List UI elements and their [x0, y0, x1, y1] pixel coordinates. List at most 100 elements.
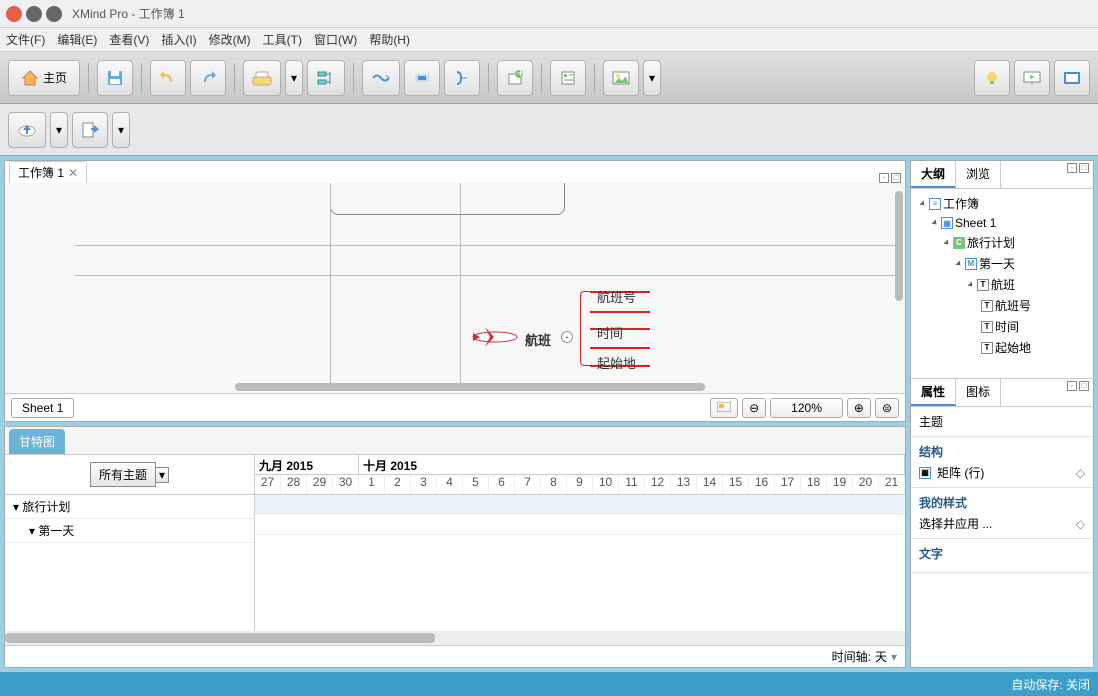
sheet-icon: ▦ — [941, 217, 953, 229]
gantt-chart-pane: 九月 2015 十月 2015 2728 2930 12 34 56 78 91… — [255, 455, 905, 631]
left-pane: 工作簿 1 ✕ - □ 航 — [0, 156, 910, 672]
plus-icon: ⊕ — [854, 401, 864, 415]
props-text-label: 文字 — [919, 545, 1085, 562]
undo-button[interactable] — [150, 60, 186, 96]
main-area: 工作簿 1 ✕ - □ 航 — [0, 156, 1098, 672]
brainstorm-button[interactable] — [974, 60, 1010, 96]
outline-item-plan[interactable]: C旅行计划 — [915, 232, 1089, 253]
central-icon: C — [953, 237, 965, 249]
menu-file[interactable]: 文件(F) — [6, 31, 45, 48]
outline-tree: ≡工作簿 ▦Sheet 1 C旅行计划 M第一天 T航班 T航班号 T时间 T起… — [911, 189, 1093, 379]
updown-icon: ◇ — [1076, 517, 1085, 531]
gantt-row[interactable] — [255, 515, 905, 535]
outline-item-time[interactable]: T时间 — [915, 316, 1089, 337]
menu-edit[interactable]: 编辑(E) — [57, 31, 97, 48]
sheet-tab[interactable]: Sheet 1 — [11, 398, 74, 418]
node-origin[interactable]: 起始地 — [597, 353, 636, 372]
outline-item-sheet[interactable]: ▦Sheet 1 — [915, 214, 1089, 232]
zoom-fit-button[interactable]: ⊜ — [875, 398, 899, 418]
tab-properties[interactable]: 属性 — [911, 379, 956, 406]
panel-minimize-icon[interactable]: - — [1067, 163, 1077, 173]
share-dropdown[interactable]: ▾ — [112, 112, 130, 148]
menu-insert[interactable]: 插入(I) — [161, 31, 196, 48]
close-icon[interactable]: ✕ — [68, 166, 78, 180]
overview-button[interactable] — [710, 398, 738, 418]
autosave-status: 自动保存: 关闭 — [1011, 676, 1090, 693]
mindmap-canvas[interactable]: 航班 - 航班号 时间 起始地 — [5, 183, 905, 393]
tab-icons[interactable]: 图标 — [956, 379, 1001, 406]
window-minimize-icon[interactable] — [26, 6, 42, 22]
chevron-down-icon[interactable]: ▾ — [891, 650, 897, 664]
presentation-button[interactable] — [1014, 60, 1050, 96]
props-structure-select[interactable]: ▦ 矩阵 (行) ◇ — [919, 464, 1085, 481]
marker-icon: + — [507, 70, 523, 86]
canvas-scrollbar-v[interactable] — [895, 191, 905, 383]
gantt-row[interactable] — [255, 495, 905, 515]
window-close-icon[interactable] — [6, 6, 22, 22]
subtopic-button[interactable] — [307, 60, 345, 96]
outline-item-flightno[interactable]: T航班号 — [915, 295, 1089, 316]
image-button[interactable] — [603, 60, 639, 96]
outline-item-origin[interactable]: T起始地 — [915, 337, 1089, 358]
outline-item-flight[interactable]: T航班 — [915, 274, 1089, 295]
upload-dropdown[interactable]: ▾ — [50, 112, 68, 148]
panel-maximize-icon[interactable]: □ — [1079, 163, 1089, 173]
editor-tab-workbook[interactable]: 工作簿 1 ✕ — [9, 161, 87, 183]
collapse-icon[interactable]: - — [561, 331, 573, 343]
marker-button[interactable]: + — [497, 60, 533, 96]
presentation-icon — [1023, 71, 1041, 85]
node-flight[interactable]: 航班 — [525, 330, 551, 349]
zoom-in-button[interactable]: ⊕ — [847, 398, 871, 418]
chevron-down-icon[interactable]: ▾ — [155, 467, 169, 483]
gantt-item-day1[interactable]: ▾ 第一天 — [5, 519, 254, 543]
zoom-out-button[interactable]: ⊖ — [742, 398, 766, 418]
lightbulb-icon — [984, 70, 1000, 86]
share-button[interactable] — [72, 112, 108, 148]
gantt-scrollbar-h[interactable] — [5, 631, 905, 645]
relationship-button[interactable] — [362, 60, 400, 96]
theme-dropdown[interactable]: ▾ — [285, 60, 303, 96]
panel-minimize-icon[interactable]: - — [1067, 381, 1077, 391]
menu-help[interactable]: 帮助(H) — [369, 31, 410, 48]
attachment-button[interactable] — [550, 60, 586, 96]
image-dropdown[interactable]: ▾ — [643, 60, 661, 96]
outline-item-workbook[interactable]: ≡工作簿 — [915, 193, 1089, 214]
toolbar-secondary: ▾ ▾ — [0, 104, 1098, 156]
gantt-month-oct: 十月 2015 — [359, 455, 905, 474]
panel-maximize-icon[interactable]: □ — [1079, 381, 1089, 391]
boundary-button[interactable] — [404, 60, 440, 96]
summary-button[interactable] — [444, 60, 480, 96]
props-mystyle-select[interactable]: 选择并应用 ... ◇ — [919, 515, 1085, 532]
canvas-scrollbar-h[interactable] — [5, 383, 893, 393]
topic-box[interactable] — [330, 183, 565, 215]
gantt-item-plan[interactable]: ▾ 旅行计划 — [5, 495, 254, 519]
panel-maximize-icon[interactable]: □ — [891, 173, 901, 183]
save-button[interactable] — [97, 60, 133, 96]
attachment-icon — [560, 70, 576, 86]
menu-modify[interactable]: 修改(M) — [209, 31, 251, 48]
menubar: 文件(F) 编辑(E) 查看(V) 插入(I) 修改(M) 工具(T) 窗口(W… — [0, 28, 1098, 52]
outline-item-day1[interactable]: M第一天 — [915, 253, 1089, 274]
summary-icon — [453, 70, 471, 86]
tab-outline[interactable]: 大纲 — [911, 161, 956, 188]
zoom-level[interactable]: 120% — [770, 398, 843, 418]
tab-browse[interactable]: 浏览 — [956, 161, 1001, 188]
window-maximize-icon[interactable] — [46, 6, 62, 22]
panel-minimize-icon[interactable]: - — [879, 173, 889, 183]
props-subject: 主题 — [911, 407, 1093, 437]
menu-tools[interactable]: 工具(T) — [263, 31, 302, 48]
gantt-filter-dropdown[interactable]: 所有主题 — [90, 462, 156, 487]
home-button[interactable]: 主页 — [8, 60, 80, 96]
redo-button[interactable] — [190, 60, 226, 96]
menu-view[interactable]: 查看(V) — [109, 31, 149, 48]
node-flightno[interactable]: 航班号 — [597, 287, 636, 306]
editor-panel: 工作簿 1 ✕ - □ 航 — [4, 160, 906, 422]
gantt-tab[interactable]: 甘特图 — [9, 429, 65, 454]
undo-icon — [159, 69, 177, 87]
node-time[interactable]: 时间 — [597, 323, 623, 342]
drilldown-button[interactable] — [1054, 60, 1090, 96]
gantt-axis-unit[interactable]: 天 — [875, 648, 887, 665]
menu-window[interactable]: 窗口(W) — [314, 31, 357, 48]
theme-button[interactable] — [243, 60, 281, 96]
upload-button[interactable] — [8, 112, 46, 148]
